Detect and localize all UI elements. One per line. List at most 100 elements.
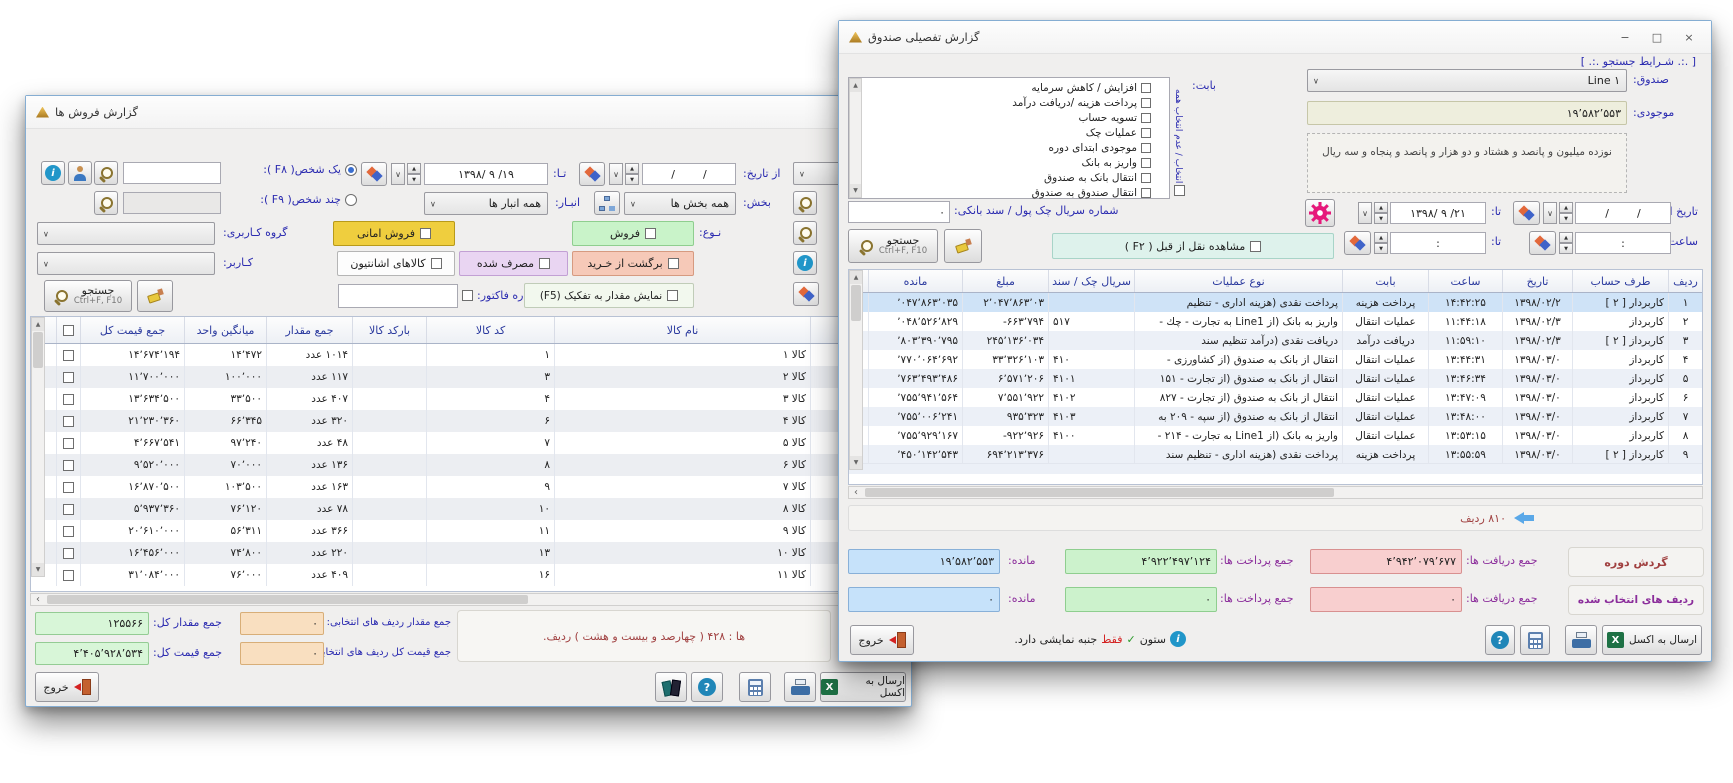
col-time[interactable]: ساعت	[1428, 270, 1502, 292]
sales-titlebar[interactable]: گزارش فروش ها	[26, 96, 911, 129]
date-to-input[interactable]: ۱۳۹۸/ ۹ /۱۹	[424, 163, 548, 185]
reason-list[interactable]: افزایش / کاهش سرمایه پرداخت هزینه /دریاف…	[848, 77, 1170, 199]
table-row[interactable]: کالا ۴ ۶ ۳۲۰ عدد ۶۶٬۳۴۵ ۲۱٬۲۳۰٬۳۶۰	[31, 410, 906, 432]
time-to-spinner[interactable]	[1374, 232, 1388, 254]
col-total[interactable]: جمع قیمت کل	[80, 317, 184, 343]
invoice-checkbox[interactable]	[462, 290, 473, 301]
table-row[interactable]: کالا ۶ ۸ ۱۳۶ عدد ۷۰٬۰۰۰ ۹٬۵۲۰٬۰۰۰	[31, 454, 906, 476]
col-avg[interactable]: میانگین واحد	[184, 317, 266, 343]
consumed-checkbox[interactable]: مصرف شده	[459, 251, 568, 276]
fund-combo[interactable]: Line ۱	[1307, 69, 1627, 92]
reason-item[interactable]: انتقال بانک به صندوق	[865, 170, 1155, 185]
minimize-button[interactable]: −	[1611, 26, 1639, 48]
col-name[interactable]: نام کالا	[554, 317, 810, 343]
row-checkbox[interactable]	[56, 476, 80, 498]
one-person-radio-group[interactable]: یک شخص( F۸ ):	[225, 163, 357, 177]
time-to-clear[interactable]	[1344, 231, 1371, 255]
right-info-stub-button[interactable]	[793, 251, 817, 275]
time-to-input[interactable]: :	[1390, 232, 1486, 254]
cash-date-from-clear[interactable]	[1513, 201, 1540, 225]
carry-over-checkbox[interactable]: مشاهده نقل از قبل ( F۲ )	[1052, 233, 1334, 259]
date-to-spinner[interactable]	[407, 163, 421, 185]
date-from-input[interactable]: / /	[642, 163, 736, 185]
table-row[interactable]: کالا ۸ ۱۰ ۷۸ عدد ۷۶٬۱۲۰ ۵٬۹۳۷٬۳۶۰	[31, 498, 906, 520]
row-checkbox[interactable]	[56, 454, 80, 476]
table-row[interactable]: ۳ کاربرداز [ ۲ ] ۱۳۹۸/۰۲/۳ ۱۱:۵۹:۱۰ دریا…	[849, 331, 1702, 350]
user-combo[interactable]	[37, 252, 215, 275]
ledger-button[interactable]	[655, 672, 687, 702]
export-excel-button[interactable]: ارسال به اکسل	[820, 672, 906, 702]
reason-item[interactable]: عملیات چک	[865, 125, 1155, 140]
store-combo[interactable]: همه انبار ها	[424, 192, 548, 215]
one-person-input[interactable]	[123, 162, 221, 184]
col-reason[interactable]: بابت	[1342, 270, 1428, 292]
table-row[interactable]: ۷ کاربرداز ۱۳۹۸/۰۳/۰ ۱۳:۴۸:۰۰ عملیات انت…	[849, 407, 1702, 426]
close-button[interactable]: ×	[1675, 26, 1703, 48]
reason-item[interactable]: انتقال صندوق به صندوق	[865, 185, 1155, 200]
col-index[interactable]: ردیف	[1668, 270, 1702, 292]
table-row[interactable]: کالا ۳ ۴ ۴۰۷ عدد ۳۳٬۵۰۰ ۱۳٬۶۳۴٬۵۰۰	[31, 388, 906, 410]
search-button[interactable]: جستجو Ctrl+F, F10	[44, 280, 132, 312]
select-all-reasons-checkbox[interactable]	[1174, 185, 1185, 196]
cash-clear-button[interactable]	[944, 229, 982, 263]
multi-person-input[interactable]	[123, 192, 221, 214]
date-settings-button[interactable]	[1305, 199, 1335, 227]
serial-input[interactable]: ۰	[848, 201, 950, 223]
sales-vscrollbar[interactable]	[31, 317, 45, 577]
table-row[interactable]: ۸ کاربرداز ۱۳۹۸/۰۳/۰ ۱۳:۵۳:۱۵ عملیات انت…	[849, 426, 1702, 445]
sales-table-header[interactable]: نوع نام کالا کد کالا بارکد کالا جمع مقدا…	[31, 317, 906, 344]
table-row[interactable]: ۹ کاربرداز [ ۲ ] ۱۳۹۸/۰۳/۰ ۱۳:۵۵:۵۹ پردا…	[849, 445, 1702, 464]
maximize-button[interactable]: □	[1643, 26, 1671, 48]
cash-hscrollbar[interactable]	[848, 486, 1703, 499]
col-operation[interactable]: نوع عملیات	[1134, 270, 1342, 292]
col-serial[interactable]: سریال چک / سند	[1048, 270, 1134, 292]
scroll-down-icon[interactable]	[32, 563, 44, 576]
scroll-down-icon[interactable]	[850, 456, 862, 469]
reason-list-scrollbar[interactable]	[849, 78, 862, 198]
right-search-stub-button[interactable]	[793, 191, 817, 215]
section-tree-button[interactable]	[594, 191, 620, 215]
table-row[interactable]: کالا ۱۱ ۱۶ ۴۰۹ عدد ۷۶٬۰۰۰ ۳۱٬۰۸۴٬۰۰۰	[31, 564, 906, 586]
reason-item[interactable]: افزایش / کاهش سرمایه	[865, 80, 1155, 95]
row-checkbox[interactable]	[56, 520, 80, 542]
scroll-left-icon[interactable]	[31, 594, 45, 605]
cash-table-header[interactable]: ردیف طرف حساب تاریخ ساعت بابت نوع عملیات…	[849, 270, 1702, 293]
multi-person-search-button[interactable]	[94, 191, 118, 215]
time-from-input[interactable]: :	[1575, 232, 1671, 254]
clear-filters-button[interactable]	[137, 280, 173, 312]
scroll-up-icon[interactable]	[32, 318, 44, 331]
cash-print-button[interactable]	[1565, 625, 1597, 655]
scroll-up-icon[interactable]	[850, 79, 861, 92]
reason-item[interactable]: موجودی ابتدای دوره	[865, 140, 1155, 155]
cash-vscrollbar[interactable]	[849, 270, 863, 470]
col-account[interactable]: طرف حساب	[1572, 270, 1668, 292]
date-from-clear-button[interactable]	[579, 162, 605, 186]
exit-button[interactable]: خروج	[35, 672, 99, 702]
table-row[interactable]: ۲ کاربرداز ۱۳۹۸/۰۲/۳ ۱۱:۴۴:۱۸ عملیات انت…	[849, 312, 1702, 331]
col-qty[interactable]: جمع مقدار	[266, 317, 352, 343]
col-balance[interactable]: مانده	[868, 270, 962, 292]
cash-exit-button[interactable]: خروج	[850, 625, 914, 655]
date-to-clear-button[interactable]	[361, 162, 387, 186]
date-from-spinner[interactable]	[625, 163, 639, 185]
person-search-button[interactable]	[94, 161, 118, 185]
col-code[interactable]: کد کالا	[426, 317, 554, 343]
calculator-button[interactable]	[739, 672, 771, 702]
person-picker-button[interactable]	[68, 161, 92, 185]
sales-hscrollbar[interactable]	[30, 593, 907, 606]
select-all-checkbox[interactable]	[56, 317, 80, 343]
row-checkbox[interactable]	[56, 366, 80, 388]
cash-date-from-spinner[interactable]	[1559, 202, 1573, 224]
table-row[interactable]: کالا ۷ ۹ ۱۶۳ عدد ۱۰۳٬۵۰۰ ۱۶٬۸۷۰٬۵۰۰	[31, 476, 906, 498]
row-checkbox[interactable]	[56, 498, 80, 520]
cash-search-button[interactable]: جستجو Ctrl+F, F10	[848, 229, 938, 263]
section-combo[interactable]: همه بخش ها	[624, 192, 736, 215]
table-row[interactable]: ۵ کاربرداز ۱۳۹۸/۰۳/۰ ۱۳:۴۶:۳۴ عملیات انت…	[849, 369, 1702, 388]
print-button[interactable]	[784, 672, 816, 702]
scroll-up-icon[interactable]	[850, 271, 862, 284]
gift-goods-checkbox[interactable]: کالاهای اشانتیون	[337, 251, 455, 276]
invoice-number-input[interactable]	[338, 284, 458, 308]
row-checkbox[interactable]	[56, 344, 80, 366]
time-from-spinner[interactable]	[1559, 232, 1573, 254]
reason-item[interactable]: واریز به بانک	[865, 155, 1155, 170]
